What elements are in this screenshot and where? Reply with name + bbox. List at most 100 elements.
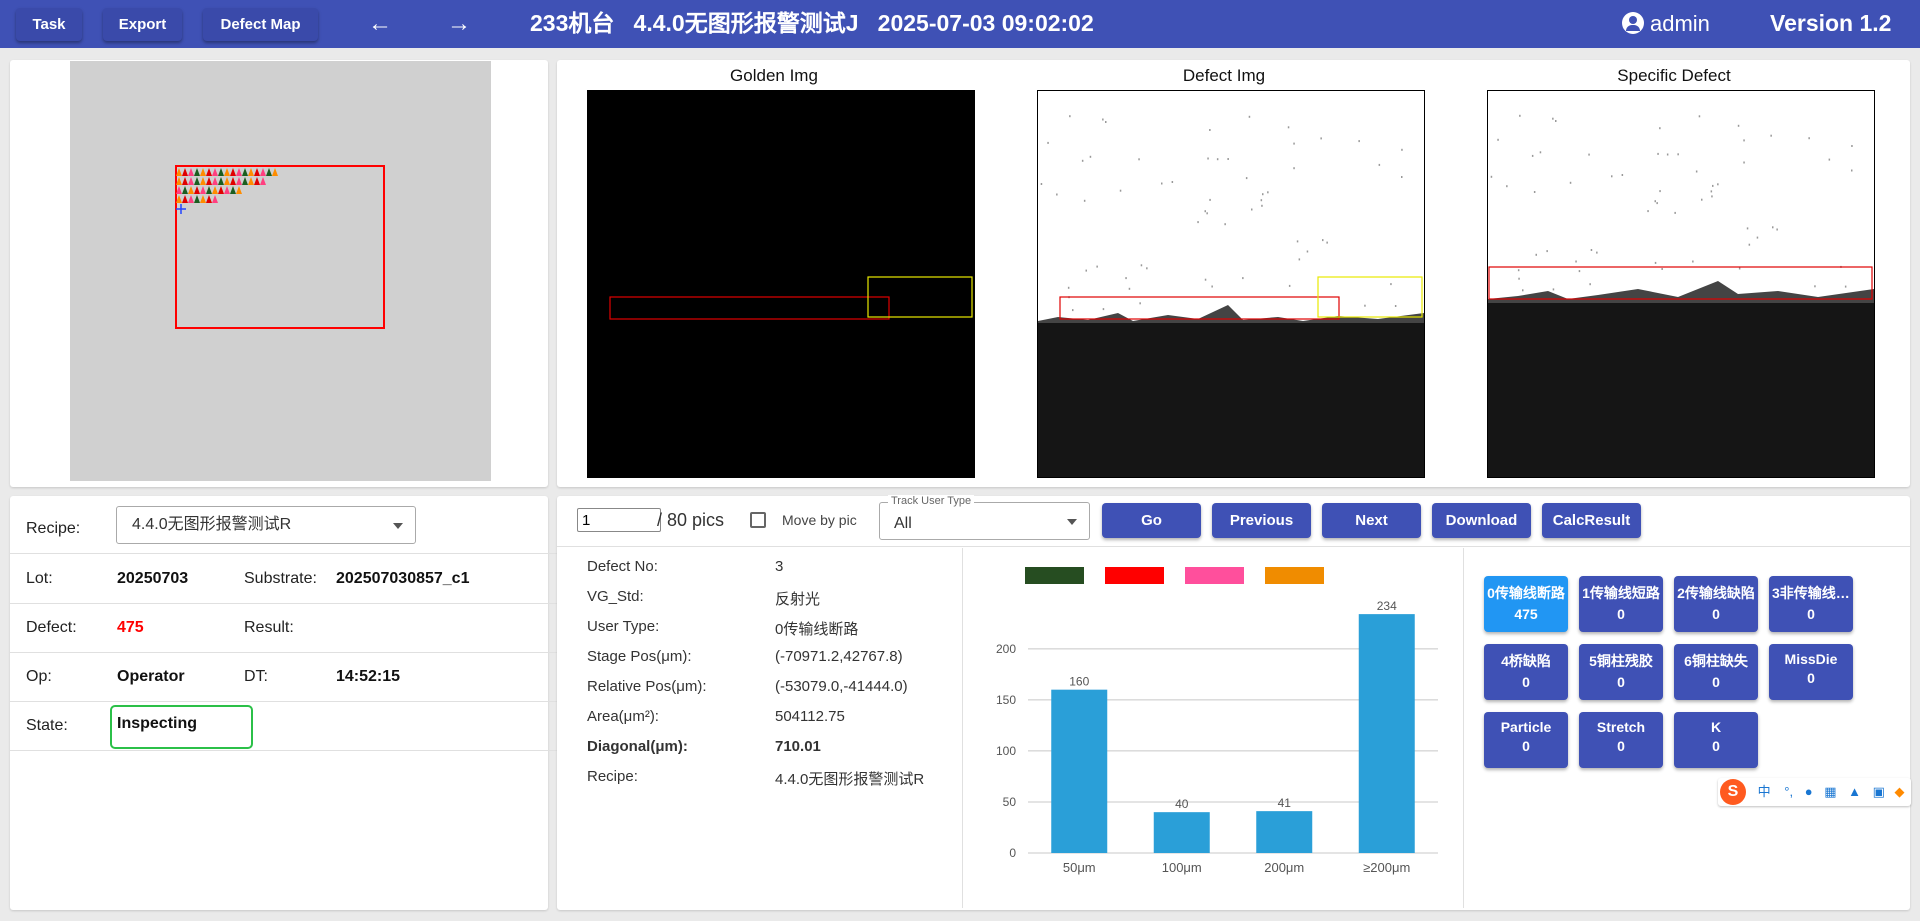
controls-row: / 80 pics Move by pic Track User Type Al…	[557, 495, 1910, 547]
wafer-map-panel	[10, 60, 548, 487]
ime-language: 中	[1757, 784, 1771, 799]
user-name: admin	[1650, 11, 1710, 36]
task-button[interactable]: Task	[16, 8, 82, 41]
detail-label: Diagonal(μm):	[587, 738, 688, 755]
x-tick-label: 100μm	[1162, 860, 1202, 875]
detail-label: User Type:	[587, 618, 660, 635]
previous-button[interactable]: Previous	[1212, 503, 1311, 538]
defect-type-count: 0	[1712, 606, 1720, 622]
y-tick-label: 200	[996, 642, 1016, 656]
forward-arrow-icon[interactable]: →	[447, 10, 471, 38]
substrate-value: 202507030857_c1	[336, 570, 470, 587]
export-button[interactable]: Export	[103, 8, 182, 41]
defect-type-button[interactable]: Stretch 0	[1579, 712, 1663, 768]
defect-type-button[interactable]: 0传输线断路 475	[1484, 576, 1568, 632]
defect-type-button[interactable]: 5铜柱残胶 0	[1579, 644, 1663, 700]
ime-toolbar[interactable]: S 中 °, ● ▦ ▲ ▣ ◆	[1718, 778, 1911, 806]
defect-details: Defect No: 3 VG_Std: 反射光 User Type: 0传输线断路 Sta…	[557, 548, 963, 908]
red-defect-box	[609, 296, 890, 320]
defect-type-count: 0	[1807, 606, 1815, 622]
x-tick-label: 200μm	[1264, 860, 1304, 875]
defect-type-count: 0	[1807, 670, 1815, 686]
page-title: 233机台 4.4.0无图形报警测试J 2025-07-03 09:02:02	[530, 10, 1094, 36]
move-by-pic-checkbox[interactable]	[750, 512, 766, 528]
bar-value-label: 234	[1377, 599, 1397, 613]
op-label: Op:	[26, 668, 52, 685]
lot-label: Lot:	[26, 570, 53, 587]
defect-type-button[interactable]: 2传输线缺陷 0	[1674, 576, 1758, 632]
pic-index-input[interactable]	[577, 508, 661, 532]
defect-label: Defect:	[26, 619, 77, 636]
detail-label: Recipe:	[587, 768, 638, 785]
track-user-type-value: All	[894, 515, 912, 532]
defect-type-count: 0	[1712, 674, 1720, 690]
defect-type-button[interactable]: Particle 0	[1484, 712, 1568, 768]
detail-label: Relative Pos(μm):	[587, 678, 707, 695]
bar-value-label: 41	[1278, 796, 1292, 810]
wafer-map[interactable]	[70, 61, 491, 481]
golden-image[interactable]	[587, 90, 975, 478]
defect-image[interactable]	[1037, 90, 1425, 478]
defect-type-count: 0	[1712, 738, 1720, 754]
info-panel: Recipe: 4.4.0无图形报警测试R Lot: 20250703 Subs…	[10, 496, 558, 910]
defect-type-name: 0传输线断路	[1487, 585, 1565, 601]
pic-total: / 80 pics	[657, 510, 725, 530]
dt-label: DT:	[244, 668, 268, 685]
user-menu[interactable]: admin	[1622, 0, 1710, 48]
recipe-select[interactable]: 4.4.0无图形报警测试R	[116, 506, 416, 544]
defect-type-button[interactable]: 3非传输线缺陷 0	[1769, 576, 1853, 632]
defect-type-name: MissDie	[1784, 651, 1838, 667]
bar-value-label: 160	[1069, 675, 1089, 689]
defect-type-name: 3非传输线缺陷	[1772, 585, 1853, 601]
defect-cluster	[176, 168, 278, 203]
results-panel: / 80 pics Move by pic Track User Type Al…	[557, 495, 1910, 910]
defect-type-button[interactable]: K0	[1674, 712, 1758, 768]
chevron-down-icon	[1067, 519, 1077, 525]
defect-type-button[interactable]: MissDie 0	[1769, 644, 1853, 700]
go-button[interactable]: Go	[1102, 503, 1201, 538]
detail-value: (-53079.0,-41444.0)	[775, 678, 908, 695]
detail-value: 反射光	[775, 591, 821, 608]
dt-value: 14:52:15	[336, 668, 401, 685]
defect-type-name: Particle	[1500, 719, 1552, 735]
histogram-chart: 0 50 100 150 200 160 50μm 40 100μm 41 200μm 234 ≥200…	[996, 567, 1438, 875]
next-button[interactable]: Next	[1322, 503, 1421, 538]
specific-defect-image[interactable]	[1487, 90, 1875, 478]
defect-type-button[interactable]: 1传输线短路 0	[1579, 576, 1663, 632]
defect-type-button[interactable]: 6铜柱缺失 0	[1674, 644, 1758, 700]
specific-defect-title: Specific Defect	[1617, 66, 1731, 85]
legend-swatch	[1265, 567, 1324, 584]
chevron-down-icon	[393, 523, 403, 529]
bar-value-label: 40	[1175, 797, 1189, 811]
keyboard-icon: ▦	[1824, 784, 1837, 799]
defect-map-button[interactable]: Defect Map	[203, 8, 318, 41]
state-value: Inspecting	[117, 715, 198, 732]
skin-icon: ▲	[1848, 784, 1861, 799]
golden-img-title: Golden Img	[730, 66, 818, 85]
histogram-bar	[1358, 614, 1415, 853]
y-tick-label: 0	[1009, 846, 1016, 860]
lot-value: 20250703	[117, 570, 189, 587]
defect-type-grid: 0传输线断路 475 1传输线短路0 2传输线缺陷 0 3非传输线缺陷 0 4桥缺陷05铜柱残…	[1464, 548, 1910, 908]
defect-type-name: K	[1710, 719, 1722, 735]
ime-logo-icon: S	[1720, 779, 1746, 805]
state-highlight: Inspecting	[110, 705, 253, 749]
top-bar: Task Export Defect Map ← → 233机台 4.4.0无图…	[0, 0, 1920, 48]
detail-value: 0传输线断路	[775, 621, 859, 638]
calc-result-button[interactable]: CalcResult	[1542, 503, 1641, 538]
detail-label: VG_Std:	[587, 588, 644, 605]
result-label: Result:	[244, 619, 294, 636]
track-user-type-select[interactable]: Track User Type All	[879, 495, 1090, 540]
defect-type-button[interactable]: 4桥缺陷 0	[1484, 644, 1568, 700]
download-button[interactable]: Download	[1432, 503, 1531, 538]
y-tick-label: 150	[996, 693, 1016, 707]
legend-swatch	[1025, 567, 1084, 584]
defect-type-name: 2传输线缺陷	[1677, 585, 1755, 601]
histogram-bar	[1256, 811, 1313, 853]
defect-type-count: 0	[1617, 606, 1625, 622]
defect-type-count: 475	[1514, 606, 1538, 622]
defect-type-name: 6铜柱缺失	[1684, 653, 1748, 669]
move-by-pic-label: Move by pic	[782, 512, 857, 528]
legend-swatch	[1185, 567, 1244, 584]
back-arrow-icon[interactable]: ←	[368, 10, 392, 38]
